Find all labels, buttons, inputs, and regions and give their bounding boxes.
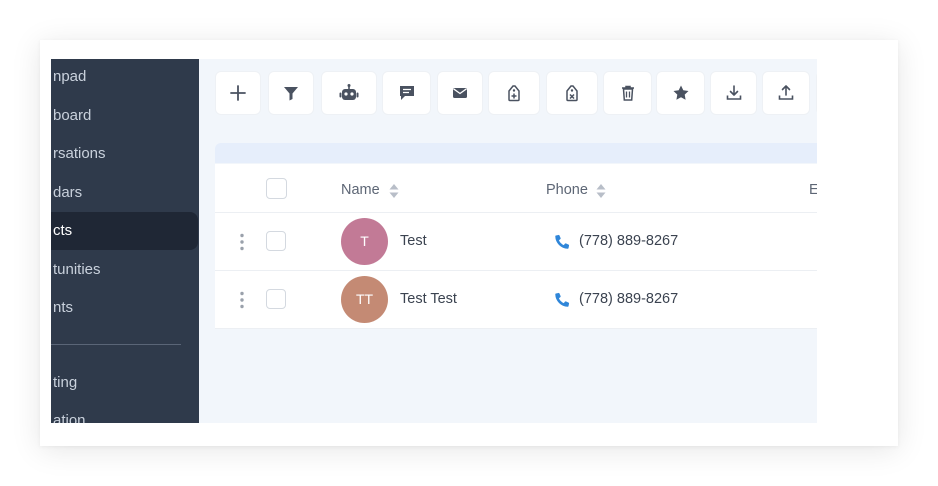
message-icon [399,86,414,100]
filter-button[interactable] [268,71,314,115]
row-checkbox[interactable] [266,289,286,309]
avatar[interactable]: TT [341,276,388,323]
info-banner [215,143,817,163]
add-tag-button[interactable] [488,71,540,115]
sidebar-item-marketing[interactable]: ting [51,364,199,402]
column-header-phone[interactable]: Phone [546,164,588,212]
sort-icon[interactable] [389,183,399,199]
toolbar [215,71,817,115]
tag-remove-icon [566,85,578,102]
sidebar: npad board rsations dars cts tunities nt… [51,59,199,423]
send-sms-button[interactable] [382,71,431,115]
download-icon [726,85,741,100]
trash-icon [621,85,634,101]
phone-icon[interactable] [555,234,570,249]
more-button[interactable] [816,71,817,115]
phone-icon[interactable] [555,292,570,307]
contacts-table: Name Phone E T Test (778) 889-8267 TT Te… [215,164,817,329]
upload-icon [778,85,794,100]
main-content: Name Phone E T Test (778) 889-8267 TT Te… [199,59,817,423]
tag-add-icon [508,85,520,102]
avatar[interactable]: T [341,218,388,265]
send-email-button[interactable] [437,71,483,115]
favorite-button[interactable] [656,71,705,115]
contact-phone[interactable]: (778) 889-8267 [579,213,678,270]
table-header: Name Phone E [215,164,817,213]
contact-name[interactable]: Test Test [400,271,457,328]
sidebar-item-automation[interactable]: ation [51,402,199,423]
plus-icon [230,85,246,101]
sidebar-item-conversations[interactable]: rsations [51,135,199,173]
table-row[interactable]: T Test (778) 889-8267 [215,213,817,271]
sidebar-item-contacts[interactable]: cts [51,212,198,250]
export-button[interactable] [762,71,810,115]
table-row[interactable]: TT Test Test (778) 889-8267 [215,271,817,329]
add-contact-button[interactable] [215,71,261,115]
remove-tag-button[interactable] [546,71,598,115]
sidebar-item-opportunities[interactable]: tunities [51,251,199,289]
filter-icon [284,87,298,101]
select-all-checkbox[interactable] [266,178,287,199]
app-window: npad board rsations dars cts tunities nt… [51,59,817,423]
add-to-workflow-button[interactable] [321,71,377,115]
sidebar-item-launchpad[interactable]: npad [51,59,199,96]
row-menu-icon[interactable] [239,233,245,251]
sidebar-divider [51,344,181,345]
row-menu-icon[interactable] [239,291,245,309]
star-icon [673,85,688,100]
row-checkbox[interactable] [266,231,286,251]
sidebar-item-payments[interactable]: nts [51,289,199,327]
contact-phone[interactable]: (778) 889-8267 [579,271,678,328]
delete-button[interactable] [603,71,652,115]
import-button[interactable] [710,71,757,115]
robot-icon [339,84,359,100]
envelope-icon [453,88,467,98]
column-header-email[interactable]: E [809,164,817,212]
column-header-name[interactable]: Name [341,164,380,212]
contact-name[interactable]: Test [400,213,427,270]
sort-icon[interactable] [596,183,606,199]
sidebar-item-dashboard[interactable]: board [51,97,199,135]
sidebar-item-calendars[interactable]: dars [51,174,199,212]
